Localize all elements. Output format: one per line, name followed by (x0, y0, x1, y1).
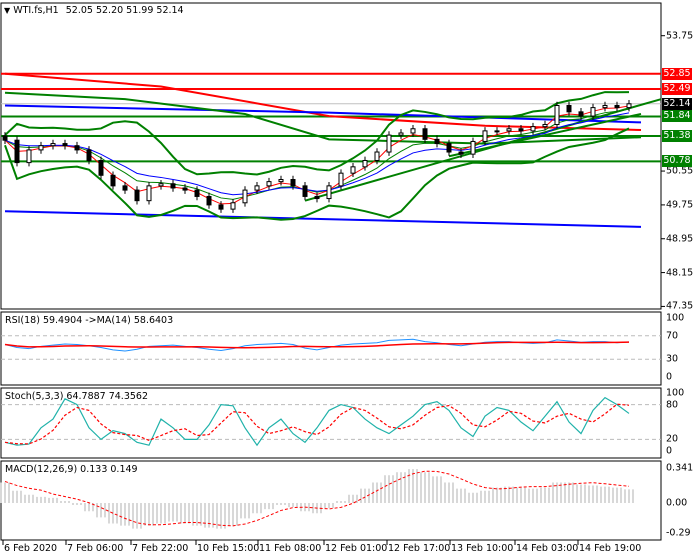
candle-body (542, 124, 548, 128)
candle-body (170, 183, 176, 189)
candle-body (434, 138, 440, 145)
candle-body (98, 159, 104, 176)
price-axis-label: 47.35 (666, 300, 694, 312)
stoch-axis-label: 80 (666, 399, 679, 411)
candle-body (266, 181, 272, 187)
time-axis-label: 12 Feb 01:00 (325, 543, 388, 554)
candle-body (614, 104, 620, 109)
candle-body (554, 104, 560, 126)
candle-body (506, 128, 512, 132)
candle-body (626, 103, 632, 109)
chart-header: ▼ WTI.fs,H1 52.05 52.20 51.99 52.14 (4, 5, 184, 16)
candle-body (482, 130, 488, 142)
candle-body (38, 145, 44, 151)
price-axis-label: 49.75 (666, 199, 694, 211)
collapse-triangle-icon[interactable]: ▼ (4, 6, 10, 15)
candle-body (218, 204, 224, 210)
macd-axis-label: 0.00 (666, 497, 688, 509)
ohlc-label: 52.05 52.20 51.99 52.14 (65, 5, 184, 16)
candle-body (242, 189, 248, 204)
candle-body (590, 107, 596, 117)
candle-body (518, 128, 524, 132)
candle-body (350, 166, 356, 174)
price-level-label: 52.14 (662, 97, 692, 110)
candle-body (146, 185, 152, 202)
price-axis-label: 48.95 (666, 233, 694, 245)
candle-body (74, 145, 80, 151)
candle-body (206, 195, 212, 206)
candle-body (566, 104, 572, 113)
time-axis-label: 6 Feb 2020 (4, 543, 58, 554)
candle-body (182, 187, 188, 191)
candle-body (422, 128, 428, 140)
candle-body (314, 195, 320, 200)
candle-body (446, 143, 452, 153)
rsi-label: RSI(18) 59.4904 ->MA(14) 58.6403 (5, 315, 174, 326)
candle-body (326, 185, 332, 200)
candle-body (386, 134, 392, 153)
candle-body (374, 151, 380, 161)
candle-body (62, 143, 68, 147)
candle-body (86, 149, 92, 161)
candle-body (278, 179, 284, 183)
stoch-axis-label: 100 (666, 387, 685, 399)
candle-body (398, 132, 404, 136)
candle-body (158, 183, 164, 187)
candle-body (458, 151, 464, 155)
rsi-axis-label: 0 (666, 371, 673, 383)
time-axis-label: 13 Feb 10:00 (451, 543, 514, 554)
price-level-label: 52.49 (662, 82, 692, 95)
price-level-label: 51.38 (662, 129, 692, 142)
macd-label: MACD(12,26,9) 0.133 0.149 (5, 464, 138, 475)
stoch-axis-label: 20 (666, 433, 679, 445)
candle-body (194, 189, 200, 197)
rsi-axis-label: 100 (666, 312, 685, 324)
candle-body (410, 128, 416, 134)
candle-body (290, 179, 296, 187)
rsi-axis-label: 30 (666, 353, 679, 365)
candle-body (122, 185, 128, 191)
macd-axis-label: 0.341 (666, 462, 694, 474)
candle-body (110, 174, 116, 187)
stoch-label: Stoch(5,3,3) 64.7887 74.3562 (5, 391, 149, 402)
candle-body (302, 185, 308, 197)
candle-body (470, 140, 476, 155)
main-price-panel (0, 2, 662, 310)
rsi-axis-label: 70 (666, 330, 679, 342)
candle-body (602, 104, 608, 109)
time-axis-label: 12 Feb 17:00 (388, 543, 451, 554)
price-level-label: 51.84 (662, 110, 692, 123)
price-level-label: 52.85 (662, 67, 692, 80)
time-axis-label: 11 Feb 08:00 (259, 543, 322, 554)
price-level-label: 50.78 (662, 155, 692, 168)
candle-body (134, 189, 140, 202)
macd-axis-label: -0.29 (666, 527, 691, 539)
candle-body (338, 172, 344, 187)
price-axis-label: 48.15 (666, 267, 694, 279)
time-axis-label: 14 Feb 03:00 (516, 543, 579, 554)
stoch-axis-label: 0 (666, 445, 673, 457)
candle-body (14, 139, 20, 164)
candle-body (578, 111, 584, 117)
price-axis-label: 53.75 (666, 30, 694, 42)
symbol-label: WTI.fs,H1 (13, 5, 59, 16)
time-axis-label: 14 Feb 19:00 (579, 543, 642, 554)
candle-body (494, 130, 500, 133)
candle-body (254, 185, 260, 191)
chart-canvas (0, 2, 665, 545)
time-axis-label: 7 Feb 06:00 (67, 543, 124, 554)
candle-body (230, 202, 236, 210)
time-axis-label: 10 Feb 15:00 (197, 543, 260, 554)
candle-body (26, 149, 32, 164)
candle-body (50, 143, 56, 147)
candle-body (530, 126, 536, 132)
candle-body (2, 135, 8, 141)
candle-body (362, 159, 368, 168)
time-axis-label: 7 Feb 22:00 (132, 543, 189, 554)
